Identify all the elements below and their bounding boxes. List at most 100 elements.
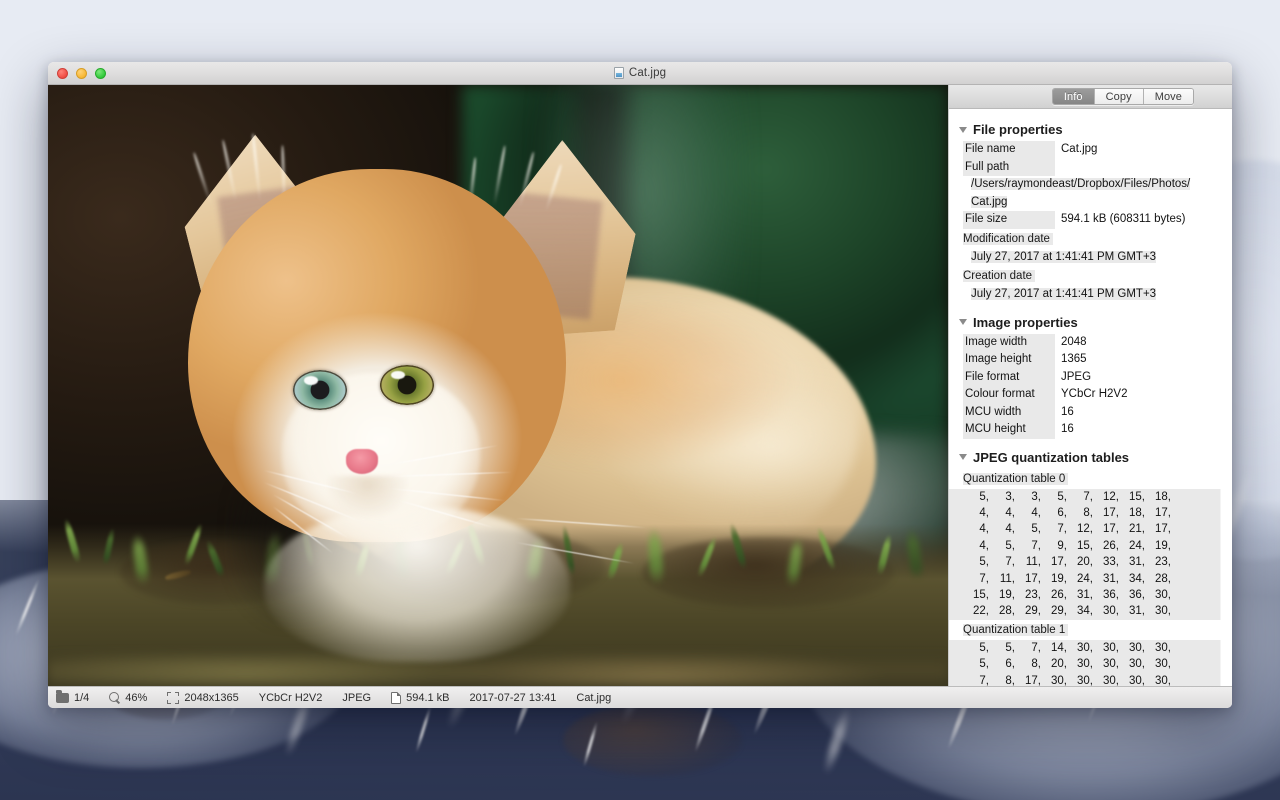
row-value: Cat.jpg [1055,141,1097,159]
folder-icon [56,693,69,703]
row-value: 16 [1055,404,1074,422]
quantization-cell: 30, [1041,673,1067,686]
section-jpeg-quantization-tables[interactable]: JPEG quantization tables [949,445,1232,469]
quantization-cell: 7, [963,673,989,686]
quantization-cell: 31, [1067,587,1093,603]
window-title: Cat.jpg [629,67,666,79]
info-panel[interactable]: Info Copy Move File properties File name… [948,85,1232,686]
quantization-cell: 19, [1041,571,1067,587]
quantization-cell: 17, [1145,521,1171,537]
window-title-group: Cat.jpg [48,67,1232,79]
quantization-cell: 17, [1015,673,1041,686]
quantization-cell: 34, [1067,603,1093,619]
quantization-cell: 24, [1067,571,1093,587]
quantization-cell: 28, [989,603,1015,619]
row-value: YCbCr H2V2 [1055,386,1127,404]
full-path-line-1: /Users/raymondeast/Dropbox/Files/Photos/ [971,178,1190,190]
disclosure-triangle-icon[interactable] [959,127,967,133]
quantization-cell: 7, [1015,640,1041,656]
quantization-cell: 30, [1119,673,1145,686]
tab-move[interactable]: Move [1144,89,1193,104]
quantization-cell: 12, [1067,521,1093,537]
quantization-cell: 15, [1067,538,1093,554]
quantization-cell: 30, [1145,673,1171,686]
quantization-row: 15,19,23,26,31,36,36,30, [963,587,1226,603]
section-title: JPEG quantization tables [973,450,1129,465]
maximize-button[interactable] [95,68,106,79]
section-file-properties[interactable]: File properties [949,117,1232,141]
quantization-cell: 11, [1015,554,1041,570]
row-colour-format: Colour format YCbCr H2V2 [949,386,1232,404]
section-image-properties[interactable]: Image properties [949,310,1232,334]
quantization-cell: 30, [1119,640,1145,656]
full-path-value-2: Cat.jpg [949,194,1232,212]
status-zoom[interactable]: 46% [109,692,147,704]
jpeg-document-icon [614,67,624,79]
quantization-cell: 18, [1145,489,1171,505]
quantization-cell: 8, [1015,656,1041,672]
traffic-light-group[interactable] [48,68,106,79]
window-titlebar[interactable]: Cat.jpg [48,62,1232,85]
quantization-cell: 30, [1067,640,1093,656]
row-label: File size [963,211,1055,229]
quantization-cell: 30, [1145,640,1171,656]
quantization-cell: 4, [1015,505,1041,521]
status-colour-format: YCbCr H2V2 [259,692,323,704]
tab-info[interactable]: Info [1053,89,1095,104]
quantization-cell: 15, [1119,489,1145,505]
close-button[interactable] [57,68,68,79]
quantization-cell: 31, [1119,554,1145,570]
row-label: File format [963,369,1055,387]
row-label: Image height [963,351,1055,369]
section-title: File properties [973,122,1063,137]
row-file-name: File name Cat.jpg [949,141,1232,159]
quantization-cell: 5, [1041,489,1067,505]
document-icon [391,692,401,704]
image-viewer-window[interactable]: Cat.jpg [48,62,1232,708]
quantization-cell: 4, [963,521,989,537]
row-creation-date-value: July 27, 2017 at 1:41:41 PM GMT+3 [949,286,1232,304]
quantization-cell: 12, [1093,489,1119,505]
quantization-cell: 18, [1119,505,1145,521]
row-modification-date-value: July 27, 2017 at 1:41:41 PM GMT+3 [949,249,1232,267]
tab-copy[interactable]: Copy [1095,89,1144,104]
scrollbar-thumb[interactable] [1223,113,1230,580]
quantization-cell: 5, [989,640,1015,656]
quantization-cell: 6, [1041,505,1067,521]
quantization-cell: 31, [1119,603,1145,619]
quantization-cell: 31, [1093,571,1119,587]
status-file-format: JPEG [342,692,371,704]
quantization-cell: 30, [1145,587,1171,603]
disclosure-triangle-icon[interactable] [959,319,967,325]
minimize-button[interactable] [76,68,87,79]
image-preview[interactable] [48,85,948,686]
quantization-table-0-label: Quantization table 0 [949,469,1232,489]
quantization-cell: 30, [1067,673,1093,686]
status-page-counter: 1/4 [56,692,89,704]
quantization-row: 5,5,7,14,30,30,30,30, [963,640,1226,656]
disclosure-triangle-icon[interactable] [959,454,967,460]
quantization-cell: 26, [1093,538,1119,554]
panel-tabbar[interactable]: Info Copy Move [949,85,1232,109]
tab-segmented-control[interactable]: Info Copy Move [1052,88,1194,105]
quantization-cell: 7, [1041,521,1067,537]
quantization-cell: 6, [989,656,1015,672]
quantization-cell: 23, [1145,554,1171,570]
quantization-cell: 5, [963,554,989,570]
quantization-cell: 15, [963,587,989,603]
quantization-cell: 19, [989,587,1015,603]
quantization-cell: 24, [1119,538,1145,554]
row-label: MCU width [963,404,1055,422]
row-value: 2048 [1055,334,1087,352]
info-scroll-area[interactable]: File properties File name Cat.jpg Full p… [949,109,1232,686]
section-title: Image properties [973,315,1078,330]
quantization-cell: 5, [1015,521,1041,537]
row-creation-date-label: Creation date [949,266,1232,286]
quantization-cell: 17, [1093,521,1119,537]
info-panel-scrollbar[interactable] [1223,113,1230,682]
quantization-cell: 36, [1119,587,1145,603]
status-date: 2017-07-27 13:41 [470,692,557,704]
quantization-cell: 5, [963,640,989,656]
quantization-cell: 4, [963,505,989,521]
full-path-value: /Users/raymondeast/Dropbox/Files/Photos/ [949,176,1232,194]
